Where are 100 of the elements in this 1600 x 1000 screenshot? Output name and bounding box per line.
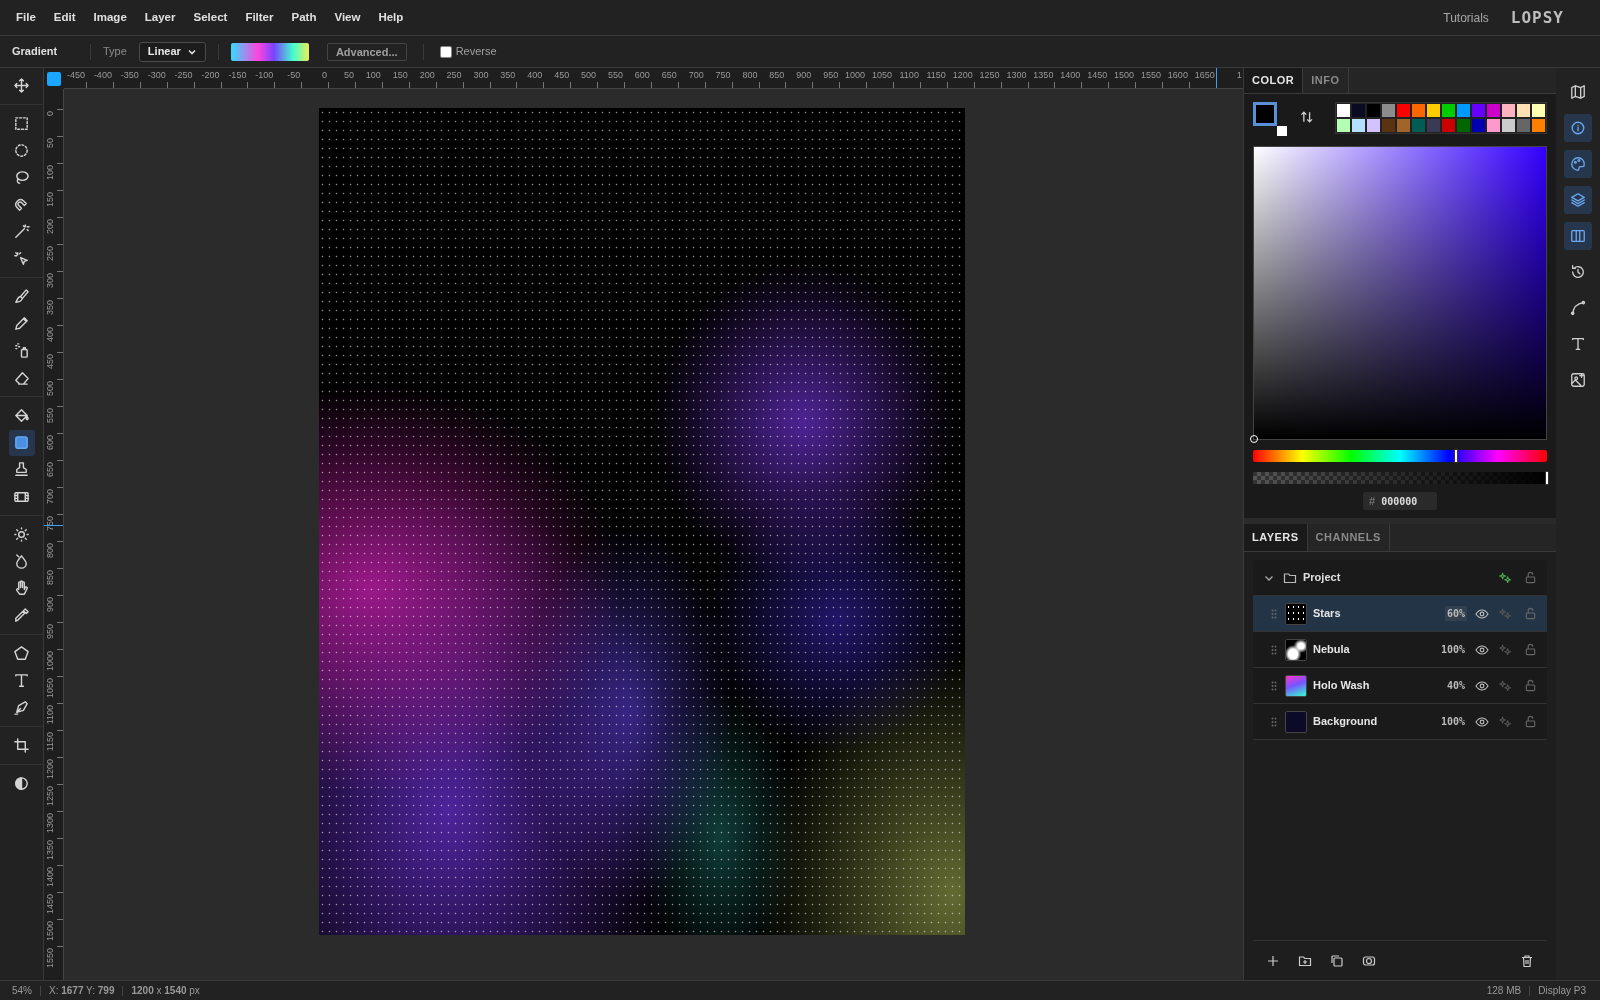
color-swatch[interactable]: [1336, 118, 1351, 133]
color-swatch[interactable]: [1516, 118, 1531, 133]
menu-item[interactable]: Edit: [45, 5, 84, 30]
ruler-label: 500: [581, 69, 597, 82]
panel-tab[interactable]: INFO: [1303, 68, 1349, 93]
layer-thumbnail: [1285, 710, 1307, 733]
panel-tab[interactable]: COLOR: [1244, 68, 1304, 93]
gradient-preview[interactable]: [230, 42, 309, 61]
cursor-position: X: 1677 Y: 799: [49, 984, 115, 998]
tool-button[interactable]: [8, 429, 35, 456]
ruler-label: 250: [45, 246, 55, 262]
ruler-label: 1150: [45, 732, 55, 752]
menu-item[interactable]: View: [326, 5, 369, 30]
menu-item[interactable]: Path: [283, 5, 325, 30]
menu-item[interactable]: Filter: [237, 5, 282, 30]
unlock-icon: [1524, 679, 1537, 692]
advanced-button[interactable]: Advanced...: [326, 42, 407, 61]
text-tool-icon: [1570, 336, 1586, 352]
eye-icon: [1475, 678, 1489, 693]
color-swatch[interactable]: [1381, 103, 1396, 118]
tutorials-link[interactable]: Tutorials: [1443, 8, 1489, 27]
hue-slider-thumb[interactable]: [1453, 449, 1458, 463]
duplicate-button[interactable]: [1329, 952, 1345, 969]
ruler-label: 600: [634, 69, 650, 82]
layer-thumbnail: [1285, 602, 1307, 625]
image-icon: [1570, 372, 1586, 388]
ruler-label: 700: [45, 489, 55, 505]
layer-opacity[interactable]: 40%: [1444, 678, 1467, 693]
type-dropdown[interactable]: Linear: [138, 41, 206, 62]
unlock-icon: [1524, 715, 1537, 728]
swap-colors-icon[interactable]: [1299, 110, 1313, 124]
panel-toggle-button[interactable]: [1564, 186, 1592, 214]
color-swatch[interactable]: [1411, 103, 1426, 118]
unlock-icon: [1524, 607, 1537, 620]
saturation-brightness-picker[interactable]: [1253, 146, 1547, 440]
color-swatch[interactable]: [1426, 103, 1441, 118]
foreground-color-swatch[interactable]: [1253, 102, 1277, 126]
color-swatch[interactable]: [1351, 118, 1366, 133]
ruler-label: 300: [473, 69, 489, 82]
color-swatch[interactable]: [1471, 118, 1486, 133]
color-swatch[interactable]: [1366, 103, 1381, 118]
color-swatch[interactable]: [1366, 118, 1381, 133]
layer-row[interactable]: Stars 60%: [1253, 596, 1547, 632]
color-swatch[interactable]: [1426, 118, 1441, 133]
ruler-label: 850: [769, 69, 785, 82]
layer-opacity[interactable]: 100%: [1438, 642, 1467, 657]
ruler-label: 50: [45, 138, 55, 148]
ruler-label: 750: [45, 516, 55, 532]
gradient-icon: [13, 434, 30, 451]
panel-tab[interactable]: LAYERS: [1244, 524, 1308, 551]
color-swatch[interactable]: [1396, 103, 1411, 118]
menu-item[interactable]: Layer: [136, 5, 184, 30]
color-swatch[interactable]: [1516, 103, 1531, 118]
layer-opacity[interactable]: 100%: [1438, 714, 1467, 729]
panel-toggle-button[interactable]: [1564, 150, 1592, 178]
reverse-label: Reverse: [455, 44, 497, 60]
ruler-label: 550: [45, 408, 55, 424]
layer-row[interactable]: Background 100%: [1253, 704, 1547, 740]
color-swatch[interactable]: [1456, 103, 1471, 118]
color-swatch[interactable]: [1351, 103, 1366, 118]
effects-icon: [1499, 715, 1512, 728]
ruler-label: 1600: [1167, 69, 1188, 82]
layer-opacity[interactable]: 60%: [1444, 606, 1467, 621]
ruler-label: -50: [287, 69, 301, 82]
panel-toggle-button[interactable]: [1564, 222, 1592, 250]
menu-item[interactable]: Help: [370, 5, 412, 30]
panel-toggle-button[interactable]: [1564, 114, 1592, 142]
color-swatch[interactable]: [1471, 103, 1486, 118]
color-swatch[interactable]: [1336, 103, 1351, 118]
ruler-corner-swatch[interactable]: [47, 71, 61, 86]
layers-icon: [1570, 192, 1586, 208]
color-swatch[interactable]: [1381, 118, 1396, 133]
menu-item[interactable]: File: [8, 5, 44, 30]
menu-item[interactable]: Select: [185, 5, 236, 30]
color-swatch[interactable]: [1486, 118, 1501, 133]
ruler-label: 1350: [1033, 69, 1054, 82]
color-swatch[interactable]: [1531, 103, 1546, 118]
color-swatch[interactable]: [1501, 103, 1516, 118]
ruler-label: 1400: [45, 867, 55, 888]
delete-layer-button[interactable]: [1519, 952, 1535, 969]
color-profile: Display P3: [1538, 984, 1586, 998]
reverse-checkbox[interactable]: [439, 45, 452, 58]
ruler-label: 1350: [45, 840, 55, 861]
color-swatch[interactable]: [1486, 103, 1501, 118]
color-swatch[interactable]: [1441, 103, 1456, 118]
menu-item[interactable]: Image: [85, 5, 135, 30]
color-swatch[interactable]: [1441, 118, 1456, 133]
sparkle-cursor-icon: [13, 250, 30, 267]
color-swatch[interactable]: [1456, 118, 1471, 133]
layer-row[interactable]: Nebula 100%: [1253, 632, 1547, 668]
color-swatch[interactable]: [1396, 118, 1411, 133]
color-swatch[interactable]: [1501, 118, 1516, 133]
alpha-slider-thumb[interactable]: [1545, 471, 1549, 485]
color-swatch[interactable]: [1411, 118, 1426, 133]
panel-tab[interactable]: CHANNELS: [1307, 524, 1390, 551]
ruler-label: 650: [45, 462, 55, 478]
layer-row[interactable]: Holo Wash 40%: [1253, 668, 1547, 704]
hex-field[interactable]: # 000000: [1363, 492, 1437, 510]
background-color-swatch[interactable]: [1277, 126, 1287, 136]
color-swatch[interactable]: [1531, 118, 1546, 133]
